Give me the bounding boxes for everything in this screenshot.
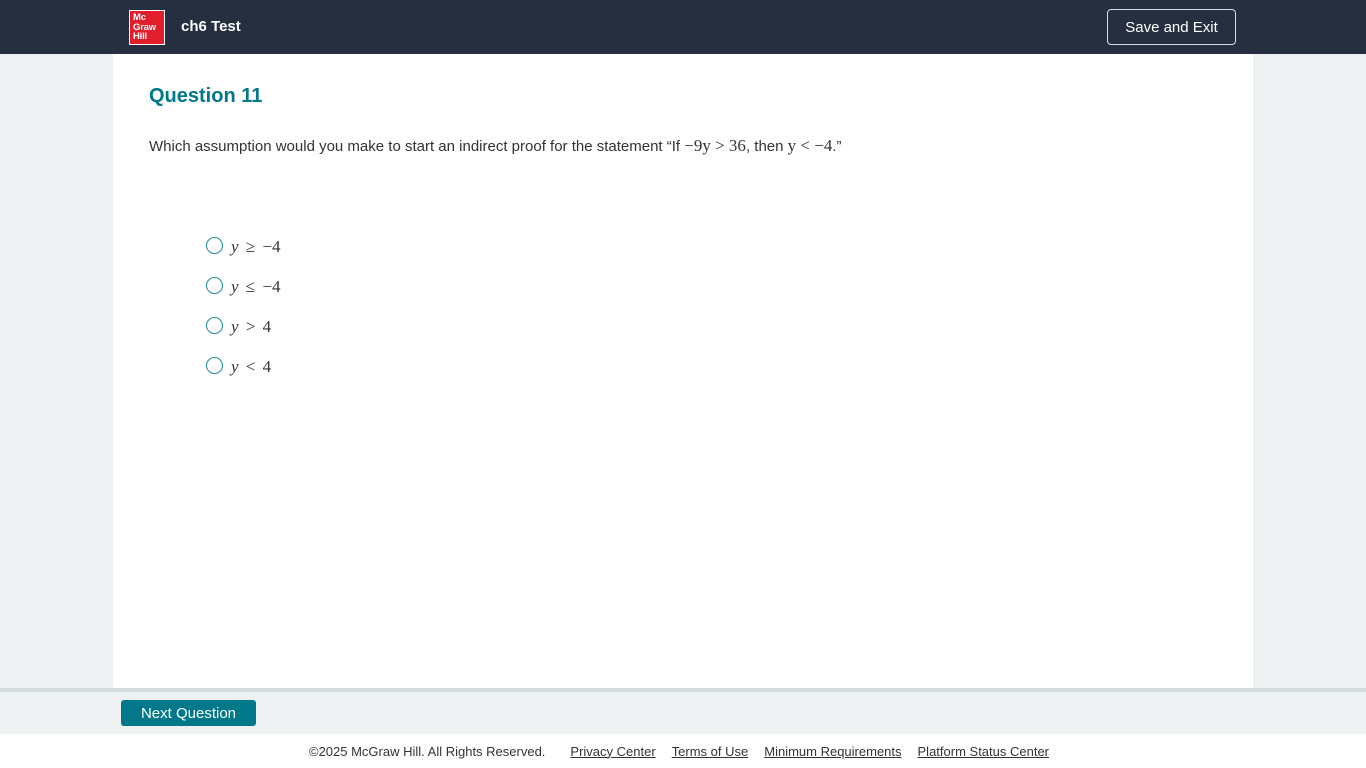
option-variable: y bbox=[231, 277, 239, 296]
option-variable: y bbox=[231, 357, 239, 376]
radio-button[interactable] bbox=[206, 316, 223, 334]
option-label: y ≤ −4 bbox=[231, 277, 280, 297]
option-relation: ≤ −4 bbox=[238, 277, 281, 296]
option-relation: ≥ −4 bbox=[238, 237, 281, 256]
logo-line: Hill bbox=[133, 31, 147, 42]
option-relation: > 4 bbox=[238, 317, 272, 336]
option-variable: y bbox=[231, 237, 239, 256]
prompt-math-hypothesis: −9y > 36 bbox=[684, 136, 746, 155]
option-label: y ≥ −4 bbox=[231, 237, 280, 257]
radio-button[interactable] bbox=[206, 356, 223, 374]
prompt-text: Which assumption would you make to start… bbox=[149, 138, 685, 155]
answer-option[interactable]: y ≥ −4 bbox=[206, 227, 280, 267]
option-label: y > 4 bbox=[231, 317, 271, 337]
option-relation: < 4 bbox=[238, 357, 272, 376]
terms-of-use-link[interactable]: Terms of Use bbox=[672, 744, 749, 759]
minimum-requirements-link[interactable]: Minimum Requirements bbox=[764, 744, 901, 759]
assignment-title: ch6 Test bbox=[181, 18, 241, 35]
radio-button[interactable] bbox=[206, 236, 223, 254]
question-title: Question 11 bbox=[149, 85, 263, 107]
copyright-text: ©2025 McGraw Hill. All Rights Reserved. bbox=[308, 743, 546, 759]
top-bar: Mc Graw Hill ch6 Test Save and Exit bbox=[0, 0, 1366, 54]
radio-button[interactable] bbox=[206, 276, 223, 294]
navigation-bar: Next Question bbox=[0, 692, 1366, 734]
prompt-text: , then bbox=[745, 138, 788, 155]
answer-option[interactable]: y > 4 bbox=[206, 307, 280, 347]
footer: ©2025 McGraw Hill. All Rights Reserved. … bbox=[0, 734, 1366, 768]
answer-option[interactable]: y ≤ −4 bbox=[206, 267, 280, 307]
answer-options: y ≥ −4 y ≤ −4 y > 4 y < 4 bbox=[206, 227, 280, 387]
privacy-center-link[interactable]: Privacy Center bbox=[570, 744, 655, 759]
answer-option[interactable]: y < 4 bbox=[206, 347, 280, 387]
question-prompt: Which assumption would you make to start… bbox=[149, 136, 842, 156]
mcgraw-hill-logo: Mc Graw Hill bbox=[129, 10, 165, 45]
prompt-text: .” bbox=[832, 138, 842, 155]
prompt-math-conclusion: y < −4 bbox=[787, 136, 833, 155]
option-label: y < 4 bbox=[231, 357, 271, 377]
save-and-exit-button[interactable]: Save and Exit bbox=[1107, 9, 1236, 45]
question-panel: Question 11 Which assumption would you m… bbox=[113, 54, 1253, 688]
option-variable: y bbox=[231, 317, 239, 336]
platform-status-center-link[interactable]: Platform Status Center bbox=[918, 744, 1050, 759]
next-question-button[interactable]: Next Question bbox=[121, 700, 256, 726]
